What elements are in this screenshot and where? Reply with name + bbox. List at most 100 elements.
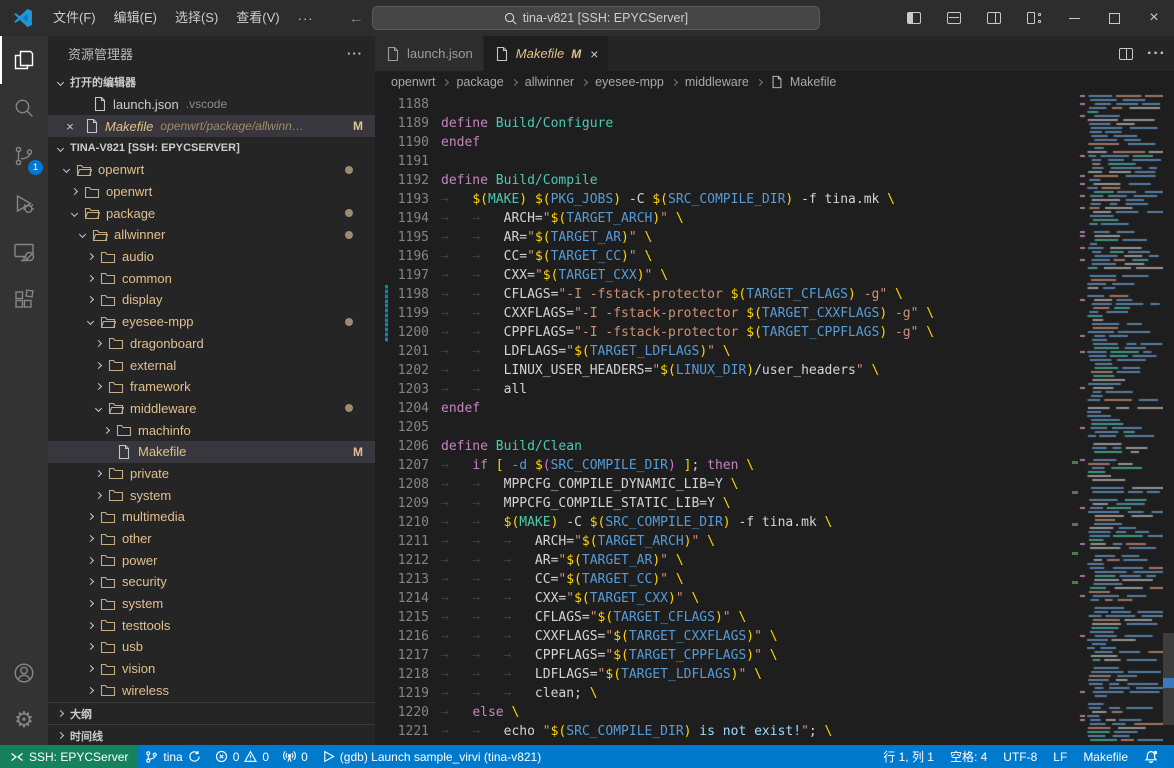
- menu-overflow[interactable]: ···: [289, 11, 323, 26]
- tree-item-openwrt[interactable]: openwrt: [48, 181, 375, 203]
- tree-item-other[interactable]: other: [48, 528, 375, 550]
- indentation[interactable]: 空格: 4: [942, 745, 995, 768]
- close-icon[interactable]: ×: [590, 46, 598, 62]
- overview-ruler[interactable]: [1163, 93, 1174, 745]
- eol[interactable]: LF: [1045, 745, 1075, 768]
- remote-indicator[interactable]: SSH: EPYCServer: [0, 745, 138, 768]
- tree-item-external[interactable]: external: [48, 354, 375, 376]
- git-branch-item[interactable]: tina: [138, 745, 207, 768]
- line-number: 1191: [383, 152, 429, 171]
- tree-item-audio[interactable]: audio: [48, 246, 375, 268]
- minimap[interactable]: [1078, 93, 1163, 745]
- tree-item-label: usb: [122, 639, 143, 654]
- workspace-header[interactable]: TINA-V821 [SSH: EPYCSERVER]: [48, 137, 375, 159]
- tree-item-dragonboard[interactable]: dragonboard: [48, 333, 375, 355]
- menu-item[interactable]: 编辑(E): [105, 0, 166, 36]
- activity-bar: 1 ⚙: [0, 36, 48, 745]
- extensions-icon[interactable]: [0, 276, 48, 324]
- tree-item-middleware[interactable]: middleware: [48, 398, 375, 420]
- tree-item-package[interactable]: package: [48, 202, 375, 224]
- menu-item[interactable]: 文件(F): [44, 0, 105, 36]
- folder-icon: [100, 314, 116, 330]
- tree-item-system[interactable]: system: [48, 484, 375, 506]
- tree-item-system[interactable]: system: [48, 593, 375, 615]
- tab-launch-json[interactable]: launch.json: [375, 36, 484, 71]
- code-editor[interactable]: 11881189define Build/Configure1190endef1…: [375, 93, 1174, 745]
- nav-back-icon[interactable]: ←: [349, 10, 364, 27]
- folder-icon: [100, 682, 116, 698]
- line-number: 1198: [383, 285, 429, 304]
- search-view-icon[interactable]: [0, 84, 48, 132]
- close-button[interactable]: ×: [1134, 0, 1174, 36]
- code-line: 1196→ → CC="$(TARGET_CC)" \: [375, 247, 1174, 266]
- customize-layout-icon[interactable]: [1014, 0, 1054, 36]
- run-debug-icon[interactable]: [0, 180, 48, 228]
- breadcrumb-item[interactable]: allwinner: [523, 75, 576, 89]
- toggle-secondary-sidebar-icon[interactable]: [974, 0, 1014, 36]
- close-icon[interactable]: ×: [62, 119, 78, 134]
- tree-item-eyesee-mpp[interactable]: eyesee-mpp: [48, 311, 375, 333]
- explorer-more-actions-icon[interactable]: ···: [347, 46, 363, 61]
- debug-launch-item[interactable]: (gdb) Launch sample_virvi (tina-v821): [315, 745, 548, 768]
- maximize-button[interactable]: [1094, 0, 1134, 36]
- settings-gear-icon[interactable]: ⚙: [0, 697, 48, 745]
- tree-item-usb[interactable]: usb: [48, 636, 375, 658]
- file-icon: [92, 96, 108, 112]
- line-number: 1189: [383, 114, 429, 133]
- outline-section[interactable]: 大纲: [48, 702, 375, 724]
- breadcrumb-item[interactable]: openwrt: [389, 75, 437, 89]
- tree-item-display[interactable]: display: [48, 289, 375, 311]
- toggle-panel-icon[interactable]: [934, 0, 974, 36]
- scm-badge: 1: [28, 160, 43, 175]
- menu-item[interactable]: 查看(V): [227, 0, 288, 36]
- tab-makefile[interactable]: Makefile M ×: [484, 36, 610, 71]
- notifications-bell[interactable]: [1136, 745, 1166, 768]
- tree-item-allwinner[interactable]: allwinner: [48, 224, 375, 246]
- tree-item-multimedia[interactable]: multimedia: [48, 506, 375, 528]
- toggle-sidebar-icon[interactable]: [894, 0, 934, 36]
- tree-item-testtools[interactable]: testtools: [48, 614, 375, 636]
- tree-item-openwrt[interactable]: openwrt: [48, 159, 375, 181]
- timeline-section[interactable]: 时间线: [48, 724, 375, 745]
- open-editor-launch-json[interactable]: launch.json .vscode: [48, 93, 375, 115]
- split-editor-icon[interactable]: [1119, 48, 1133, 60]
- cursor-position[interactable]: 行 1, 列 1: [875, 745, 942, 768]
- explorer-icon[interactable]: [0, 36, 48, 84]
- line-number: 1212: [383, 551, 429, 570]
- tree-item-framework[interactable]: framework: [48, 376, 375, 398]
- code-line: 1201→ → LDFLAGS="$(TARGET_LDFLAGS)" \: [375, 342, 1174, 361]
- line-number: 1193: [383, 190, 429, 209]
- tree-item-vision[interactable]: vision: [48, 658, 375, 680]
- menu-item[interactable]: 选择(S): [166, 0, 227, 36]
- code-line: 1195→ → AR="$(TARGET_AR)" \: [375, 228, 1174, 247]
- editor-more-actions-icon[interactable]: ···: [1147, 45, 1166, 63]
- breadcrumb-item[interactable]: package: [454, 75, 505, 89]
- breadcrumb-item[interactable]: eyesee-mpp: [593, 75, 666, 89]
- account-icon[interactable]: [0, 649, 48, 697]
- code-line: 1214→ → → CXX="$(TARGET_CXX)" \: [375, 589, 1174, 608]
- ports-item[interactable]: 0: [276, 745, 315, 768]
- language-mode[interactable]: Makefile: [1075, 745, 1136, 768]
- open-editors-header[interactable]: 打开的编辑器: [48, 71, 375, 93]
- tree-item-security[interactable]: security: [48, 571, 375, 593]
- tree-item-label: openwrt: [106, 184, 152, 199]
- tree-item-machinfo[interactable]: machinfo: [48, 419, 375, 441]
- tree-item-label: machinfo: [138, 423, 191, 438]
- command-center-search[interactable]: tina-v821 [SSH: EPYCServer]: [372, 6, 820, 30]
- tree-item-label: security: [122, 574, 167, 589]
- breadcrumb-item[interactable]: Makefile: [788, 75, 839, 89]
- problems-item[interactable]: 0 0: [208, 745, 276, 768]
- encoding[interactable]: UTF-8: [995, 745, 1045, 768]
- folder-icon: [100, 639, 116, 655]
- tree-item-wireless[interactable]: wireless: [48, 680, 375, 702]
- tree-item-Makefile[interactable]: MakefileM: [48, 441, 375, 463]
- bell-icon: [1144, 750, 1158, 764]
- breadcrumb-item[interactable]: middleware: [683, 75, 751, 89]
- tree-item-power[interactable]: power: [48, 549, 375, 571]
- remote-explorer-icon[interactable]: [0, 228, 48, 276]
- minimize-button[interactable]: [1054, 0, 1094, 36]
- tree-item-private[interactable]: private: [48, 463, 375, 485]
- tree-item-common[interactable]: common: [48, 267, 375, 289]
- source-control-icon[interactable]: 1: [0, 132, 48, 180]
- open-editor-makefile[interactable]: × Makefile openwrt/package/allwinner/eye…: [48, 115, 375, 137]
